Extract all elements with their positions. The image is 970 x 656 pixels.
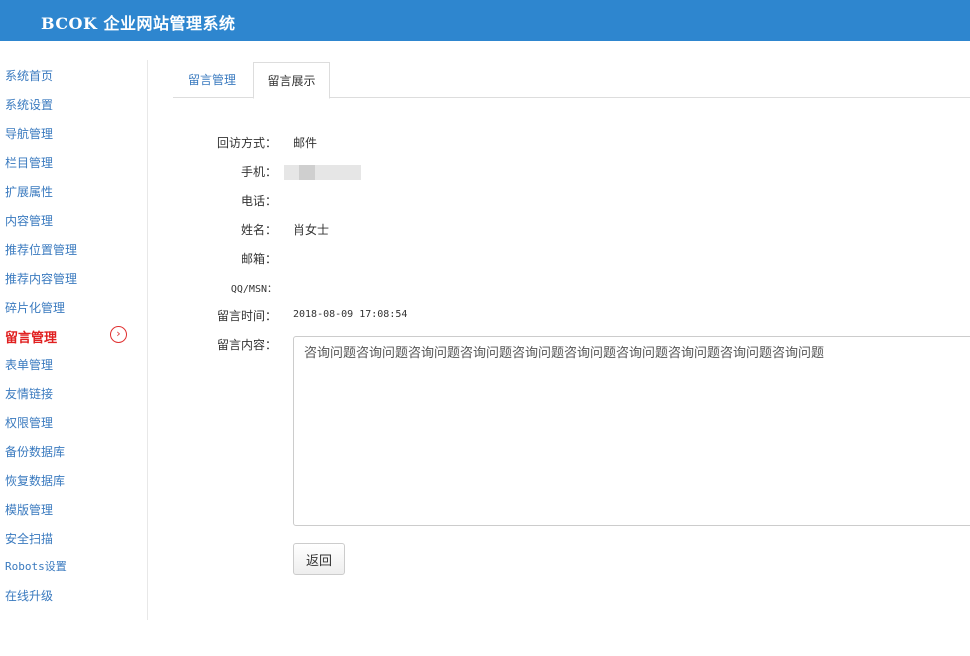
sidebar-item-forms[interactable]: 表单管理 bbox=[5, 356, 53, 373]
sidebar-item-recommend-position[interactable]: 推荐位置管理 bbox=[5, 241, 77, 258]
sidebar-item-navigation[interactable]: 导航管理 bbox=[5, 125, 53, 142]
message-time-value: 2018-08-09 17:08:54 bbox=[293, 309, 408, 320]
sidebar-item-online-upgrade[interactable]: 在线升级 bbox=[5, 587, 53, 604]
sidebar-item-templates[interactable]: 模版管理 bbox=[5, 501, 53, 518]
tab-message-management[interactable]: 留言管理 bbox=[188, 62, 236, 98]
sidebar-item-extended-attributes[interactable]: 扩展属性 bbox=[5, 183, 53, 200]
back-button[interactable]: 返回 bbox=[293, 543, 345, 575]
mobile-redacted-value bbox=[284, 165, 361, 180]
sidebar-item-columns[interactable]: 栏目管理 bbox=[5, 154, 53, 171]
name-label: 姓名： bbox=[240, 223, 277, 237]
email-label: 邮箱： bbox=[240, 252, 277, 266]
sidebar-item-permissions[interactable]: 权限管理 bbox=[5, 414, 53, 431]
qq-msn-label: QQ/MSN： bbox=[230, 284, 277, 295]
message-content-box[interactable]: 咨询问题咨询问题咨询问题咨询问题咨询问题咨询问题咨询问题咨询问题咨询问题咨询问题 bbox=[293, 336, 970, 526]
sidebar-item-robots[interactable]: Robots设置 bbox=[5, 558, 67, 574]
sidebar-item-backup-db[interactable]: 备份数据库 bbox=[5, 443, 65, 460]
sidebar: 系统首页 系统设置 导航管理 栏目管理 扩展属性 内容管理 推荐位置管理 推荐内… bbox=[0, 60, 148, 620]
callback-method-value: 邮件 bbox=[293, 136, 318, 150]
top-header-bar: BCOK 企业网站管理系统 bbox=[0, 0, 970, 41]
sidebar-item-friend-links[interactable]: 友情链接 bbox=[5, 385, 53, 402]
message-time-label: 留言时间： bbox=[216, 309, 277, 323]
name-value: 肖女士 bbox=[293, 223, 330, 237]
sidebar-item-content[interactable]: 内容管理 bbox=[5, 212, 53, 229]
callback-method-label: 回访方式： bbox=[216, 136, 277, 150]
sidebar-item-restore-db[interactable]: 恢复数据库 bbox=[5, 472, 65, 489]
sidebar-item-security-scan[interactable]: 安全扫描 bbox=[5, 530, 53, 547]
message-content-label: 留言内容： bbox=[216, 338, 277, 352]
sidebar-item-system-settings[interactable]: 系统设置 bbox=[5, 96, 53, 113]
phone-label: 电话： bbox=[240, 194, 277, 208]
sidebar-item-home[interactable]: 系统首页 bbox=[5, 67, 53, 84]
sidebar-item-fragments[interactable]: 碎片化管理 bbox=[5, 299, 65, 316]
mobile-label: 手机： bbox=[240, 165, 277, 179]
chevron-right-circle-icon[interactable]: › bbox=[110, 326, 127, 343]
tab-bar: 留言管理 留言展示 bbox=[173, 62, 970, 99]
sidebar-item-messages[interactable]: 留言管理 bbox=[5, 327, 57, 346]
app-title: BCOK 企业网站管理系统 bbox=[41, 14, 236, 33]
tab-message-display[interactable]: 留言展示 bbox=[253, 62, 330, 99]
sidebar-item-recommend-content[interactable]: 推荐内容管理 bbox=[5, 270, 77, 287]
